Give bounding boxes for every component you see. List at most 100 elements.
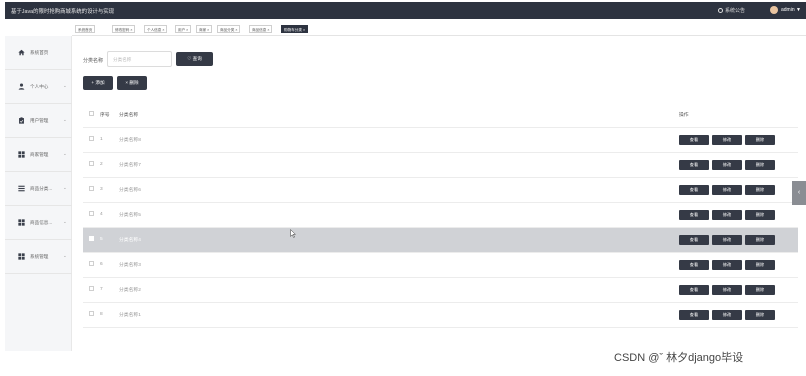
row-checkbox[interactable]	[89, 311, 94, 316]
sidebar-item-label: 用户管理	[30, 118, 49, 123]
table-row[interactable]: 3 分类名称6 查看 修改 删除	[83, 177, 798, 203]
search-button[interactable]: ♡ 查询	[176, 52, 213, 66]
row-index: 6	[100, 252, 119, 278]
row-category-name: 分类名称1	[119, 302, 679, 328]
row-checkbox[interactable]	[89, 186, 94, 191]
row-delete-button[interactable]: 删除	[745, 309, 775, 320]
tab-home[interactable]: 系统首页	[75, 25, 96, 33]
tab-profile[interactable]: 个人信息 ×	[144, 25, 168, 33]
chevron-down-icon: ⌄	[63, 253, 67, 258]
row-delete-button[interactable]: 删除	[745, 284, 775, 295]
row-delete-button[interactable]: 删除	[745, 134, 775, 145]
row-checkbox[interactable]	[89, 261, 94, 266]
table-header-row: 序号 分类名称 操作	[83, 102, 798, 128]
row-delete-button[interactable]: 删除	[745, 259, 775, 270]
row-checkbox-cell[interactable]	[83, 252, 100, 278]
edit-button[interactable]: 修改	[712, 134, 742, 145]
table-row[interactable]: 4 分类名称5 查看 修改 删除	[83, 202, 798, 228]
row-index: 4	[100, 202, 119, 228]
grid-icon	[18, 253, 25, 260]
table-row[interactable]: 5 分类名称4 查看 修改 删除	[83, 227, 798, 253]
row-checkbox[interactable]	[89, 286, 94, 291]
delete-button[interactable]: × 删除	[117, 76, 147, 90]
row-index: 5	[100, 227, 119, 253]
row-checkbox[interactable]	[89, 136, 94, 141]
row-category-name: 分类名称5	[119, 202, 679, 228]
view-button[interactable]: 查看	[679, 259, 709, 270]
row-actions: 查看 修改 删除	[679, 252, 798, 278]
tab-change-password[interactable]: 修改密码 ×	[112, 25, 136, 33]
collapse-arrow-button[interactable]: ‹	[792, 181, 806, 205]
row-actions: 查看 修改 删除	[679, 202, 798, 228]
row-checkbox-cell[interactable]	[83, 152, 100, 178]
view-button[interactable]: 查看	[679, 284, 709, 295]
tab-merchants[interactable]: 商家 ×	[196, 25, 213, 33]
avatar[interactable]	[770, 6, 778, 14]
search-input[interactable]: 分类名称	[107, 51, 172, 67]
row-checkbox[interactable]	[89, 211, 94, 216]
sidebar-item-system-management[interactable]: 系统管理 ⌄	[5, 240, 72, 274]
sidebar-item-label: 商品分类...	[30, 186, 53, 191]
row-checkbox-cell[interactable]	[83, 277, 100, 303]
view-button[interactable]: 查看	[679, 134, 709, 145]
row-actions: 查看 修改 删除	[679, 277, 798, 303]
row-category-name: 分类名称4	[119, 227, 679, 253]
sidebar-item-product-categories[interactable]: 商品分类... ⌄	[5, 172, 72, 206]
header-name: 分类名称	[119, 102, 679, 128]
edit-button[interactable]: 修改	[712, 259, 742, 270]
tab-product-info[interactable]: 商品信息 ×	[249, 25, 273, 33]
row-delete-button[interactable]: 删除	[745, 159, 775, 170]
tab-bar: 系统首页 修改密码 × 个人信息 × 用户 × 商家 × 商品分类 × 商品信息…	[72, 21, 806, 36]
table-row[interactable]: 1 分类名称8 查看 修改 删除	[83, 127, 798, 153]
tab-product-categories[interactable]: 商品分类 ×	[217, 25, 241, 33]
sidebar-item-merchant-management[interactable]: 商家管理 ⌄	[5, 138, 72, 172]
user-menu[interactable]: admin ▼	[781, 7, 801, 13]
table-row[interactable]: 2 分类名称7 查看 修改 删除	[83, 152, 798, 178]
row-checkbox-cell[interactable]	[83, 227, 100, 253]
sidebar-item-product-info[interactable]: 商品信息... ⌄	[5, 206, 72, 240]
edit-button[interactable]: 修改	[712, 209, 742, 220]
edit-button[interactable]: 修改	[712, 184, 742, 195]
row-delete-button[interactable]: 删除	[745, 184, 775, 195]
view-button[interactable]: 查看	[679, 184, 709, 195]
edit-button[interactable]: 修改	[712, 309, 742, 320]
watermark: CSDN @ˇ 林夕django毕设	[614, 352, 744, 364]
select-all-checkbox[interactable]	[89, 110, 94, 116]
info-icon	[718, 8, 723, 13]
edit-button[interactable]: 修改	[712, 234, 742, 245]
row-actions: 查看 修改 删除	[679, 127, 798, 153]
row-checkbox-cell[interactable]	[83, 302, 100, 328]
row-checkbox[interactable]	[89, 236, 94, 241]
view-button[interactable]: 查看	[679, 209, 709, 220]
clipboard-icon	[19, 117, 24, 124]
system-notice-link[interactable]: 系统公告	[718, 7, 745, 14]
row-category-name: 分类名称6	[119, 177, 679, 203]
row-checkbox[interactable]	[89, 161, 94, 166]
sidebar-item-personal-center[interactable]: 个人中心 ⌄	[5, 70, 72, 104]
table-row[interactable]: 7 分类名称2 查看 修改 删除	[83, 277, 798, 303]
sidebar-item-user-management[interactable]: 用户管理 ⌄	[5, 104, 72, 138]
tab-cart-categories[interactable]: 购物车分类 ×	[281, 25, 309, 33]
row-category-name: 分类名称7	[119, 152, 679, 178]
tab-users[interactable]: 用户 ×	[175, 25, 192, 33]
sidebar: 系统首页 个人中心 ⌄ 用户管理 ⌄ 商家管理 ⌄ 商品分类... ⌄ 商品信息…	[5, 36, 72, 351]
view-button[interactable]: 查看	[679, 309, 709, 320]
table-row[interactable]: 8 分类名称1 查看 修改 删除	[83, 302, 798, 328]
edit-button[interactable]: 修改	[712, 284, 742, 295]
edit-button[interactable]: 修改	[712, 159, 742, 170]
row-delete-button[interactable]: 删除	[745, 209, 775, 220]
row-index: 3	[100, 177, 119, 203]
add-button[interactable]: + 添加	[83, 76, 113, 90]
view-button[interactable]: 查看	[679, 234, 709, 245]
row-checkbox-cell[interactable]	[83, 177, 100, 203]
chevron-down-icon: ⌄	[63, 185, 67, 190]
sidebar-item-home[interactable]: 系统首页	[5, 36, 72, 70]
select-all-cell[interactable]	[83, 102, 100, 128]
row-checkbox-cell[interactable]	[83, 202, 100, 228]
row-index: 8	[100, 302, 119, 328]
view-button[interactable]: 查看	[679, 159, 709, 170]
row-index: 7	[100, 277, 119, 303]
table-row[interactable]: 6 分类名称3 查看 修改 删除	[83, 252, 798, 278]
row-delete-button[interactable]: 删除	[745, 234, 775, 245]
row-checkbox-cell[interactable]	[83, 127, 100, 153]
